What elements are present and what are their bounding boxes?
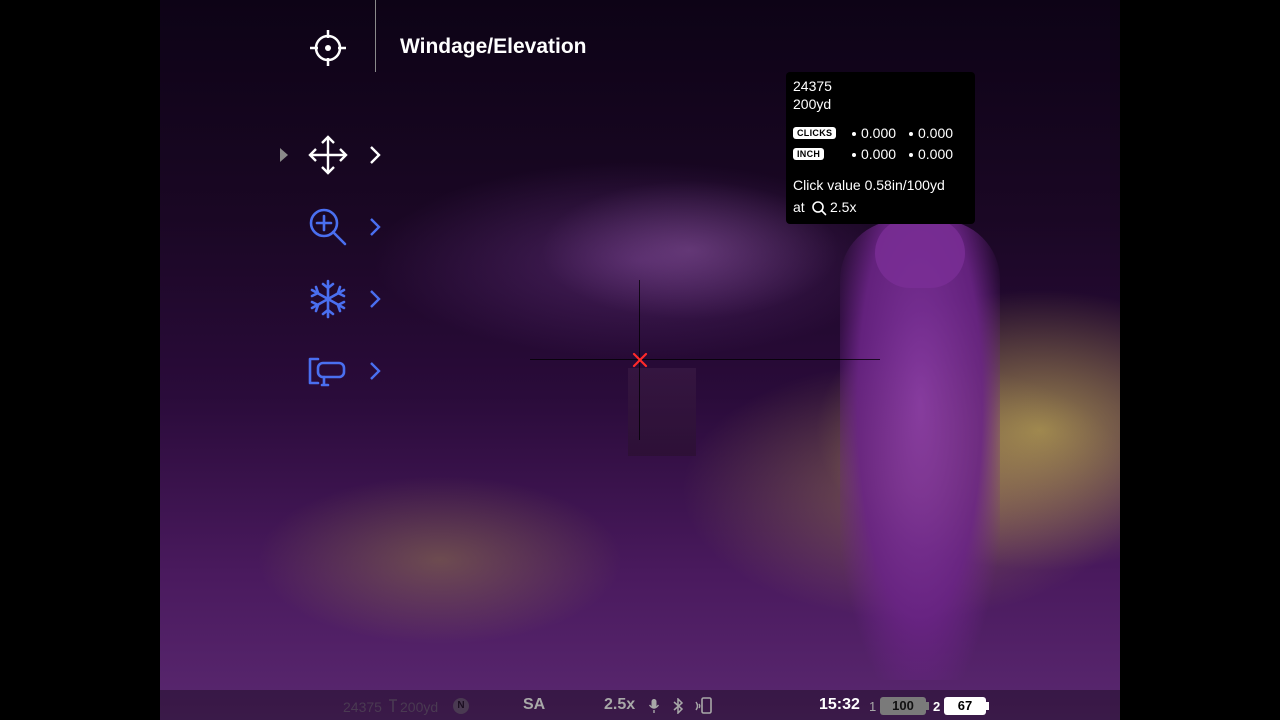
battery2-level: 67 bbox=[944, 697, 986, 715]
bullet-icon bbox=[852, 132, 856, 137]
clicks-y-value: 0.000 bbox=[909, 125, 953, 141]
status-badge: N bbox=[453, 698, 469, 714]
status-distance: 200yd bbox=[400, 699, 439, 715]
zero-distance: 200yd bbox=[793, 96, 832, 112]
click-value-text: Click value 0.58in/100yd bbox=[793, 177, 945, 193]
chevron-right-icon bbox=[370, 146, 381, 164]
selection-pointer-icon bbox=[280, 148, 288, 162]
freeze-icon bbox=[310, 279, 346, 319]
bullet-icon bbox=[852, 153, 856, 158]
status-profile: 24375 bbox=[343, 699, 382, 715]
menu-item-freeze[interactable] bbox=[280, 277, 400, 323]
person-head bbox=[875, 218, 965, 288]
status-zoom: 2.5x bbox=[604, 696, 636, 713]
chevron-right-icon bbox=[370, 290, 381, 308]
inch-x-value: 0.000 bbox=[852, 146, 896, 162]
battery2-index: 2 bbox=[933, 699, 941, 714]
distance-marker-icon bbox=[389, 699, 397, 712]
reticle-center-mark bbox=[632, 352, 648, 368]
clicks-x-value: 0.000 bbox=[852, 125, 896, 141]
status-mode: SA bbox=[523, 696, 546, 713]
at-label: at bbox=[793, 199, 805, 215]
zoom-value: 2.5x bbox=[830, 199, 857, 215]
crosshair-icon bbox=[310, 30, 346, 66]
person-silhouette bbox=[840, 220, 1000, 680]
clicks-tag: CLICKS bbox=[793, 127, 837, 139]
microphone-icon bbox=[648, 699, 660, 713]
battery1-terminal bbox=[926, 702, 929, 710]
inch-tag: INCH bbox=[793, 148, 825, 160]
zoom-in-icon bbox=[309, 208, 347, 246]
zeroing-info-panel: 24375 200yd CLICKS 0.000 0.000 INCH 0.00… bbox=[786, 72, 975, 224]
header-divider bbox=[375, 0, 376, 72]
inch-y-value: 0.000 bbox=[909, 146, 953, 162]
chevron-right-icon bbox=[370, 218, 381, 236]
battery2-terminal bbox=[986, 702, 989, 710]
page-title: Windage/Elevation bbox=[400, 35, 587, 58]
rifle-profile-icon bbox=[308, 357, 346, 387]
magnifier-icon bbox=[812, 201, 827, 216]
reticle-horizontal-line bbox=[530, 359, 880, 360]
wifi-device-icon bbox=[695, 697, 712, 714]
move-arrows-icon bbox=[308, 135, 348, 175]
bullet-icon bbox=[909, 132, 913, 137]
battery1-index: 1 bbox=[869, 699, 877, 714]
status-time: 15:32 bbox=[819, 696, 860, 713]
profile-number: 24375 bbox=[793, 78, 832, 94]
menu-item-move[interactable] bbox=[280, 133, 400, 179]
battery1-level: 100 bbox=[880, 697, 926, 715]
menu-item-profile[interactable] bbox=[280, 349, 400, 395]
bullet-icon bbox=[909, 153, 913, 158]
bluetooth-icon bbox=[673, 698, 684, 714]
menu-item-zoom[interactable] bbox=[280, 205, 400, 251]
chevron-right-icon bbox=[370, 362, 381, 380]
